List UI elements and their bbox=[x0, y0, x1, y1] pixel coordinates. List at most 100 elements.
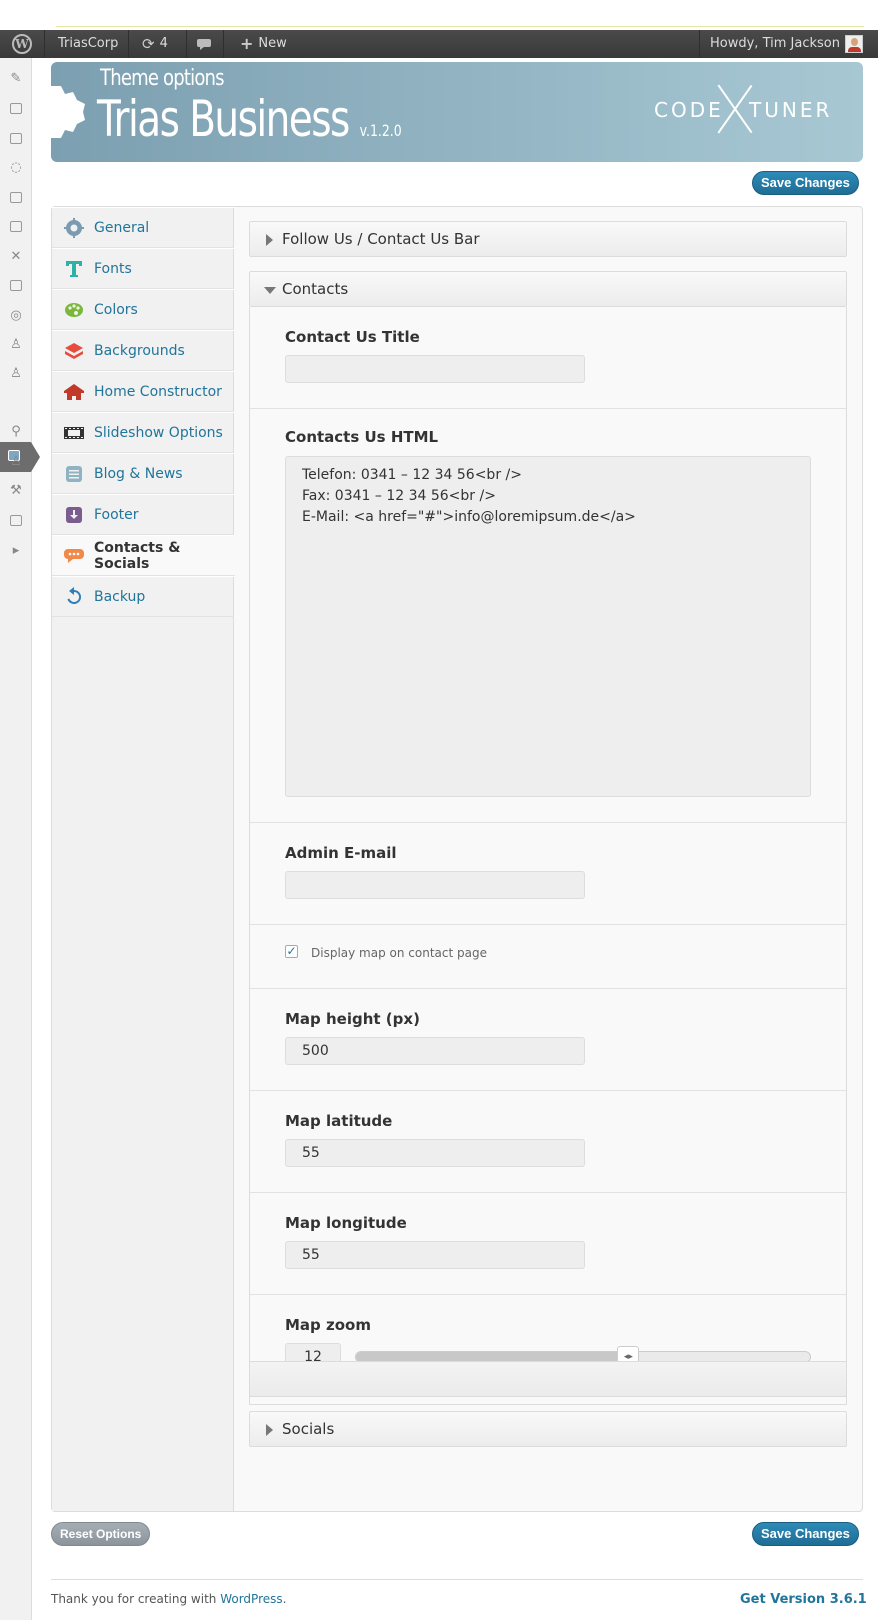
users-icon[interactable]: ♙ bbox=[8, 453, 24, 469]
theme-name: Trias Business bbox=[97, 90, 350, 148]
contacts-html-textarea[interactable]: Telefon: 0341 – 12 34 56<br /> Fax: 0341… bbox=[285, 456, 811, 797]
comments-link[interactable] bbox=[197, 30, 211, 58]
new-content-link[interactable]: + New bbox=[240, 30, 287, 58]
save-changes-button-top[interactable]: Save Changes bbox=[752, 171, 859, 195]
admin-email-label: Admin E-mail bbox=[285, 844, 397, 862]
wordpress-icon: W bbox=[12, 34, 32, 54]
plugins-icon[interactable]: ⚲ bbox=[8, 423, 24, 439]
map-height-input[interactable]: 500 bbox=[285, 1037, 585, 1065]
slider-icon[interactable] bbox=[8, 189, 24, 205]
clients-icon[interactable]: ♙ bbox=[8, 365, 24, 381]
nav-item-home-constructor[interactable]: Home Constructor bbox=[52, 371, 234, 412]
nav-item-blog-news[interactable]: Blog & News bbox=[52, 453, 234, 494]
footer-period: . bbox=[282, 1592, 287, 1606]
tools-icon[interactable]: ⚒ bbox=[8, 482, 24, 498]
comments-icon[interactable]: ◌ bbox=[8, 159, 24, 175]
contact-title-row: Contact Us Title bbox=[250, 307, 846, 409]
contact-title-input[interactable] bbox=[285, 355, 585, 383]
contacts-section-body: Contact Us Title Contacts Us HTML Telefo… bbox=[249, 307, 847, 1405]
map-latitude-input[interactable]: 55 bbox=[285, 1139, 585, 1167]
nav-item-fonts[interactable]: Fonts bbox=[52, 248, 234, 289]
wordpress-logo-button[interactable]: W bbox=[12, 30, 32, 58]
avatar bbox=[844, 35, 863, 53]
tools-cross-icon[interactable]: ✕ bbox=[8, 248, 24, 264]
section-contacts[interactable]: Contacts bbox=[249, 271, 847, 307]
home-icon bbox=[64, 382, 84, 402]
plus-icon: + bbox=[240, 34, 254, 53]
nav-item-footer[interactable]: Footer bbox=[52, 494, 234, 535]
options-panel: General Fonts Colors Backgrounds Home Co… bbox=[51, 206, 863, 1512]
speech-bubble-icon bbox=[64, 546, 84, 566]
account-menu[interactable]: Howdy, Tim Jackson bbox=[710, 30, 863, 58]
reset-options-button[interactable]: Reset Options bbox=[51, 1522, 151, 1546]
map-height-label: Map height (px) bbox=[285, 1010, 420, 1028]
media-icon[interactable] bbox=[8, 100, 24, 116]
nav-item-backup[interactable]: Backup bbox=[52, 576, 234, 617]
caret-right-icon bbox=[266, 234, 273, 246]
pages-icon[interactable] bbox=[8, 130, 24, 146]
wordpress-link[interactable]: WordPress bbox=[220, 1592, 282, 1606]
footer-thanks-text: Thank you for creating with bbox=[51, 1592, 217, 1606]
map-zoom-label: Map zoom bbox=[285, 1316, 371, 1334]
divider bbox=[223, 30, 224, 58]
site-name-label: TriasCorp bbox=[58, 36, 119, 51]
nav-item-slideshow-options[interactable]: Slideshow Options bbox=[52, 412, 234, 453]
greeting-text: Howdy, Tim Jackson bbox=[710, 36, 840, 51]
caret-right-icon bbox=[266, 1424, 273, 1436]
map-latitude-row: Map latitude 55 bbox=[250, 1091, 846, 1193]
new-label: New bbox=[258, 36, 287, 51]
map-height-row: Map height (px) 500 bbox=[250, 989, 846, 1091]
gear-icon bbox=[64, 217, 84, 238]
layers-icon bbox=[64, 341, 84, 361]
theme-options-header: Theme options Trias Business v.1.2.0 COD… bbox=[47, 62, 863, 162]
header-title: Trias Business v.1.2.0 bbox=[97, 90, 402, 148]
site-name-link[interactable]: TriasCorp bbox=[58, 30, 118, 58]
palette-icon bbox=[64, 300, 84, 320]
feedback-icon[interactable] bbox=[8, 218, 24, 234]
map-latitude-label: Map latitude bbox=[285, 1112, 393, 1130]
contact-title-label: Contact Us Title bbox=[285, 328, 420, 346]
theme-version: v.1.2.0 bbox=[359, 121, 402, 140]
admin-side-menu: ✎ ◌ ✕ ◎ ♙ ♙ ⚲ ♙ ⚒ ▸ bbox=[0, 58, 40, 1620]
map-longitude-row: Map longitude 55 bbox=[250, 1193, 846, 1295]
nav-item-colors[interactable]: Colors bbox=[52, 289, 234, 330]
gear-shape-icon bbox=[47, 86, 85, 138]
collapse-menu-icon[interactable]: ▸ bbox=[8, 542, 24, 558]
map-longitude-input[interactable]: 55 bbox=[285, 1241, 585, 1269]
display-map-label: Display map on contact page bbox=[311, 946, 487, 960]
admin-email-input[interactable] bbox=[285, 871, 585, 899]
contacts-section-footer bbox=[249, 1361, 847, 1397]
contacts-html-label: Contacts Us HTML bbox=[285, 428, 439, 446]
refresh-icon bbox=[64, 586, 84, 607]
divider bbox=[186, 30, 187, 58]
get-version-link[interactable]: Get Version 3.6.1 bbox=[740, 1592, 867, 1607]
pin-icon[interactable]: ✎ bbox=[8, 70, 24, 86]
portfolio-icon[interactable] bbox=[8, 277, 24, 293]
updates-link[interactable]: ⟳ 4 bbox=[142, 30, 168, 58]
options-nav: General Fonts Colors Backgrounds Home Co… bbox=[52, 207, 235, 1511]
team-icon[interactable]: ♙ bbox=[8, 336, 24, 352]
header-subtitle: Theme options bbox=[100, 66, 225, 91]
testimonials-icon[interactable]: ◎ bbox=[8, 307, 24, 323]
nav-item-contacts-socials[interactable]: Contacts & Socials bbox=[52, 535, 235, 576]
contacts-html-row: Contacts Us HTML Telefon: 0341 – 12 34 5… bbox=[250, 409, 846, 823]
divider bbox=[44, 30, 45, 58]
display-map-row: ✓ Display map on contact page bbox=[250, 925, 846, 989]
caret-down-icon bbox=[264, 287, 276, 294]
film-icon bbox=[64, 423, 84, 443]
section-follow-us-contact-bar[interactable]: Follow Us / Contact Us Bar bbox=[249, 221, 847, 257]
display-map-checkbox[interactable]: ✓ bbox=[285, 945, 298, 958]
nav-item-backgrounds[interactable]: Backgrounds bbox=[52, 330, 234, 371]
map-longitude-label: Map longitude bbox=[285, 1214, 407, 1232]
divider bbox=[699, 30, 700, 58]
nav-item-general[interactable]: General bbox=[52, 207, 234, 248]
download-icon bbox=[64, 505, 84, 525]
updates-count: 4 bbox=[159, 36, 168, 51]
document-icon bbox=[64, 464, 84, 484]
save-changes-button-bottom[interactable]: Save Changes bbox=[752, 1522, 859, 1546]
codetuner-logo: CODE TUNER bbox=[654, 84, 834, 134]
settings-icon[interactable] bbox=[8, 512, 24, 528]
comment-icon bbox=[197, 38, 211, 50]
admin-email-row: Admin E-mail bbox=[250, 823, 846, 925]
section-socials[interactable]: Socials bbox=[249, 1411, 847, 1447]
